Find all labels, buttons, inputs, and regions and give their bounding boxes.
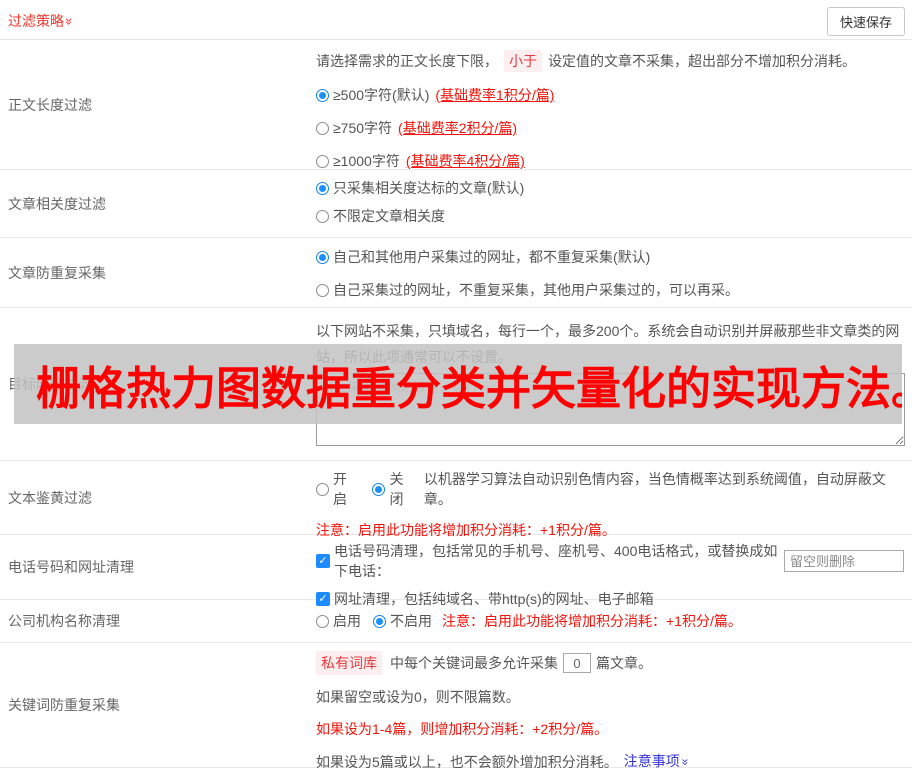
- radio-label-disable: 不启用: [390, 613, 432, 629]
- checkbox-checked-icon-phone[interactable]: ✓: [316, 554, 330, 568]
- row-label: 公司机构名称清理: [8, 613, 120, 629]
- radio-option-dedup-all[interactable]: 自己和其他用户采集过的网址，都不重复采集(默认): [316, 247, 904, 267]
- radio-option-750[interactable]: ≥750字符 (基础费率2积分/篇): [316, 118, 904, 138]
- phone-replacement-input[interactable]: [784, 550, 904, 572]
- row-company-clean: 公司机构名称清理 启用 不启用 注意：启用此功能将增加积分消耗：+1积分/篇。: [0, 600, 912, 643]
- keyword-note-five: 如果设为5篇或以上，也不会额外增加积分消耗。: [316, 753, 618, 768]
- radio-label-enable: 启用: [333, 613, 361, 629]
- chevron-down-icon: »: [678, 758, 693, 766]
- radio-icon[interactable]: [316, 209, 329, 223]
- radio-label-on: 开启: [333, 471, 347, 507]
- chevron-down-icon: »: [62, 17, 78, 26]
- row-label: 正文长度过滤: [8, 96, 92, 113]
- radio-label: ≥1000字符: [333, 153, 400, 169]
- row-dedup-filter: 文章防重复采集 自己和其他用户采集过的网址，都不重复采集(默认) 自己采集过的网…: [0, 238, 912, 308]
- fee-note: (基础费率4积分/篇): [405, 153, 525, 169]
- radio-label: 自己采集过的网址，不重复采集，其他用户采集过的，可以再采。: [333, 282, 739, 298]
- radio-option-no-limit[interactable]: 不限定文章相关度: [316, 206, 904, 226]
- radio-label-off: 关闭: [389, 471, 404, 507]
- notice-link[interactable]: 注意事项»: [624, 751, 692, 768]
- radio-selected-icon-disable[interactable]: [373, 614, 386, 628]
- radio-option-dedup-own[interactable]: 自己采集过的网址，不重复采集，其他用户采集过的，可以再采。: [316, 280, 904, 300]
- row-porn-filter: 文本鉴黄过滤 开启 关闭 以机器学习算法自动识别色情内容，当色情概率达到系统阈值…: [0, 461, 912, 538]
- keyword-limit-text: 中每个关键词最多允许采集: [390, 655, 558, 671]
- radio-icon[interactable]: [316, 283, 329, 297]
- row-label: 文章相关度过滤: [8, 195, 106, 212]
- row-label: 文章防重复采集: [8, 264, 106, 281]
- keyword-note-zero: 如果留空或设为0，则不限篇数。: [316, 689, 520, 705]
- row-content-length-filter: 正文长度过滤 请选择需求的正文长度下限， 小于 设定值的文章不采集，超出部分不增加积…: [0, 40, 912, 170]
- fee-note: (基础费率1积分/篇): [435, 87, 555, 103]
- filter-strategy-page: 过滤策略» 快速保存 正文长度过滤 请选择需求的正文长度下限， 小于 设定值的文章不…: [0, 0, 912, 768]
- page-title[interactable]: 过滤策略»: [8, 11, 77, 31]
- radio-icon-on[interactable]: [316, 482, 329, 496]
- radio-label: 只采集相关度达标的文章(默认): [333, 180, 525, 196]
- watermark-text: 栅格热力图数据重分类并矢量化的实现方法。: [36, 362, 902, 414]
- radio-selected-icon[interactable]: [316, 250, 329, 264]
- private-lexicon-badge: 私有词库: [316, 651, 382, 675]
- radio-option-500[interactable]: ≥500字符(默认) (基础费率1积分/篇): [316, 85, 904, 105]
- fee-note: (基础费率2积分/篇): [398, 120, 518, 136]
- radio-icon[interactable]: [316, 121, 329, 135]
- radio-icon[interactable]: [316, 154, 329, 168]
- radio-icon-enable[interactable]: [316, 614, 329, 628]
- quick-save-button[interactable]: 快速保存: [826, 7, 905, 36]
- content-length-intro: 请选择需求的正文长度下限， 小于 设定值的文章不采集，超出部分不增加积分消耗。: [316, 50, 904, 72]
- keyword-count-input[interactable]: [563, 653, 591, 673]
- row-keyword-dedup: 关键词防重复采集 私有词库 中每个关键词最多允许采集 篇文章。 如果留空或设为0…: [0, 643, 912, 768]
- radio-label: 自己和其他用户采集过的网址，都不重复采集(默认): [333, 249, 651, 265]
- radio-label: 不限定文章相关度: [333, 208, 445, 224]
- radio-option-relevant-only[interactable]: 只采集相关度达标的文章(默认): [316, 178, 904, 198]
- less-than-highlight: 小于: [504, 50, 542, 72]
- keyword-limit-text-end: 篇文章。: [596, 655, 652, 671]
- page-title-text: 过滤策略: [8, 13, 64, 29]
- company-clean-note: 注意：启用此功能将增加积分消耗：+1积分/篇。: [442, 613, 742, 629]
- row-label: 关键词防重复采集: [8, 697, 120, 713]
- radio-selected-icon[interactable]: [316, 181, 329, 195]
- row-label: 文本鉴黄过滤: [8, 489, 92, 506]
- keyword-note-fee: 如果设为1-4篇，则增加积分消耗：+2积分/篇。: [316, 721, 609, 737]
- watermark-banner: 栅格热力图数据重分类并矢量化的实现方法。: [14, 344, 902, 424]
- porn-filter-desc: 以机器学习算法自动识别色情内容，当色情概率达到系统阈值，自动屏蔽文章。: [423, 471, 886, 507]
- radio-label: ≥750字符: [333, 120, 393, 136]
- radio-selected-icon-off[interactable]: [372, 482, 386, 496]
- phone-clean-label: 电话号码清理，包括常见的手机号、座机号、400电话格式，或替换成如下电话：: [334, 543, 778, 579]
- row-label: 电话号码和网址清理: [8, 559, 134, 575]
- radio-label: ≥500字符(默认): [333, 87, 430, 103]
- radio-option-1000[interactable]: ≥1000字符 (基础费率4积分/篇): [316, 151, 904, 171]
- row-phone-url-clean: 电话号码和网址清理 ✓ 电话号码清理，包括常见的手机号、座机号、400电话格式，…: [0, 535, 912, 607]
- radio-selected-icon[interactable]: [316, 88, 329, 102]
- page-header: 过滤策略» 快速保存: [0, 0, 912, 40]
- row-relevance-filter: 文章相关度过滤 只采集相关度达标的文章(默认) 不限定文章相关度: [0, 170, 912, 238]
